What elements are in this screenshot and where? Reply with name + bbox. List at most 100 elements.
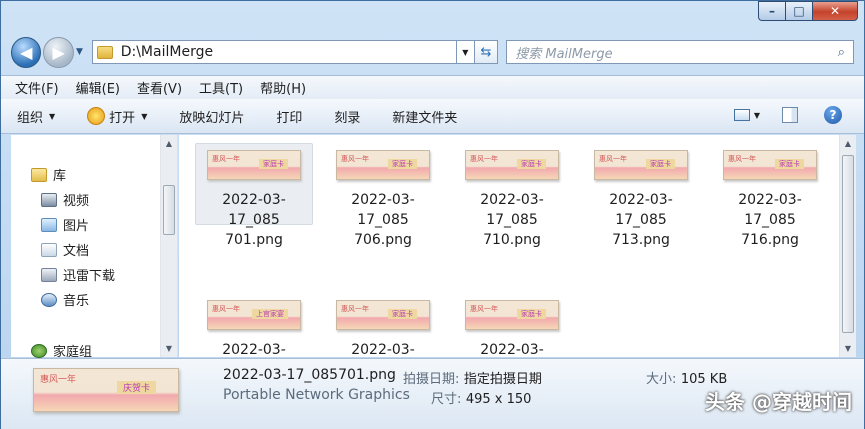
nav-label: 图片 xyxy=(63,219,90,234)
video-icon xyxy=(41,192,57,207)
detail-date: 拍摄日期: 指定拍摄日期 xyxy=(403,368,542,387)
music-icon xyxy=(41,292,57,307)
folder-icon xyxy=(96,45,113,59)
back-button[interactable]: ◀ xyxy=(11,36,42,68)
caption-buttons: – □ ✕ xyxy=(758,1,858,21)
file-list: 惠风一年 家庭卡 2022-03-17_085 701.png 惠风一年 家庭卡 2022-… xyxy=(179,135,839,357)
nav-item-pictures[interactable]: 图片 xyxy=(41,215,89,234)
file-name-line1: 2022-03-17_085 xyxy=(480,342,544,357)
history-dropdown[interactable]: ▼ xyxy=(76,47,88,57)
file-name-line2: 710.png xyxy=(483,232,541,248)
file-thumbnail: 惠风一年家庭卡 xyxy=(594,150,688,180)
help-icon[interactable]: ? xyxy=(824,106,842,124)
minimize-button[interactable]: – xyxy=(758,1,785,21)
address-bar[interactable]: D:\MailMerge xyxy=(91,40,457,64)
thumb-label: 庆贺卡 xyxy=(116,381,156,394)
change-view-icon[interactable] xyxy=(733,109,750,121)
new-folder-button[interactable]: 新建文件夹 xyxy=(392,107,457,126)
file-thumbnail: 惠风一年 家庭卡 xyxy=(336,150,430,180)
nav-item-documents[interactable]: 文档 xyxy=(41,240,89,259)
close-button[interactable]: ✕ xyxy=(812,1,858,21)
toolbar-right: ▼ ? xyxy=(733,106,842,124)
menu-view[interactable]: 查看(V) xyxy=(137,78,182,97)
file-item[interactable]: 惠风一年 家庭卡 2022-03-17_085 716.png xyxy=(711,143,829,248)
open-with-icon xyxy=(87,107,106,125)
file-item[interactable]: 惠风一年 家庭卡 2022-03-17_085 706.png xyxy=(324,143,442,248)
thumb-caption: 惠风一年 xyxy=(470,155,498,163)
file-name: 2022-03-17_085 716.png xyxy=(714,190,826,250)
nav-item-music[interactable]: 音乐 xyxy=(41,290,89,309)
file-item[interactable]: 惠风一年上官家宴 2022-03-17_085 xyxy=(195,293,313,357)
documents-icon xyxy=(41,242,57,257)
file-name-line2: 701.png xyxy=(225,232,283,248)
file-thumbnail: 惠风一年 家庭卡 xyxy=(723,150,817,180)
file-scroll-thumb[interactable] xyxy=(842,155,854,333)
scroll-up-icon[interactable]: ▲ xyxy=(161,139,177,148)
search-icon: ⌕ xyxy=(837,44,846,60)
nav-label: 视频 xyxy=(63,194,90,209)
nav-item-library[interactable]: 库 xyxy=(31,165,66,184)
chevron-down-icon: ▼ xyxy=(49,111,56,121)
file-name-line1: 2022-03-17_085 xyxy=(480,192,544,228)
file-item[interactable]: 惠风一年 家庭卡 2022-03-17_085 701.png xyxy=(195,143,313,248)
file-name-line1: 2022-03-17_085 xyxy=(222,342,286,357)
file-name-line1: 2022-03-17_085 xyxy=(609,192,673,228)
nav-scroll-thumb[interactable] xyxy=(163,185,175,235)
file-item[interactable]: 惠风一年 家庭卡 2022-03-17_085 713.png xyxy=(582,143,700,248)
file-item[interactable]: 惠风一年家庭卡 2022-03-17_085 xyxy=(324,293,442,357)
scroll-down-icon[interactable]: ▼ xyxy=(161,344,177,353)
refresh-button[interactable]: ⇆ xyxy=(474,40,499,64)
organize-label: 组织 xyxy=(17,110,44,126)
thumb-label: 家庭卡 xyxy=(259,159,288,169)
menu-file[interactable]: 文件(F) xyxy=(15,78,59,97)
thumb-caption: 惠风一年 xyxy=(212,305,240,313)
burn-button[interactable]: 刻录 xyxy=(334,107,360,126)
print-button[interactable]: 打印 xyxy=(276,107,302,126)
file-name: 2022-03-17_085 xyxy=(327,340,439,357)
detail-size: 大小: 105 KB xyxy=(646,368,727,387)
nav-item-thunder[interactable]: 迅雷下载 xyxy=(41,265,115,284)
thumb-caption: 惠风一年 xyxy=(599,155,627,163)
address-dropdown-button[interactable]: ▼ xyxy=(456,40,475,64)
file-item-box: 惠风一年 家庭卡 2022-03-17_085 710.png xyxy=(453,143,571,248)
nav-label: 文档 xyxy=(63,244,90,259)
menu-edit[interactable]: 编辑(E) xyxy=(76,78,120,97)
date-value: 指定拍摄日期 xyxy=(463,372,542,387)
watermark: 头条 @穿越时间 xyxy=(705,390,852,414)
organize-button[interactable]: 组织 ▼ xyxy=(17,107,55,126)
file-name-line1: 2022-03-17_085 xyxy=(351,342,415,357)
thumb-label: 家庭卡 xyxy=(646,159,675,169)
file-item-box: 惠风一年 家庭卡 2022-03-17_085 716.png xyxy=(711,143,829,248)
file-item-box: 惠风一年上官家宴 2022-03-17_085 xyxy=(195,293,313,357)
file-name: 2022-03-17_085 701.png xyxy=(198,190,310,250)
command-bar: 组织 ▼ 打开 ▼ 放映幻灯片 打印 刻录 新建文件夹 ▼ ? xyxy=(1,99,864,134)
file-item-box: 惠风一年 家庭卡 2022-03-17_085 701.png xyxy=(195,143,313,248)
file-item-box: 惠风一年家庭卡 2022-03-17_085 xyxy=(324,293,442,357)
slideshow-button[interactable]: 放映幻灯片 xyxy=(179,107,244,126)
nav-scrollbar[interactable]: ▲ ▼ xyxy=(160,135,177,357)
menu-help[interactable]: 帮助(H) xyxy=(260,78,306,97)
scroll-up-icon[interactable]: ▲ xyxy=(840,139,856,148)
maximize-button[interactable]: □ xyxy=(785,1,812,21)
open-button[interactable]: 打开 ▼ xyxy=(87,107,147,126)
file-name-line1: 2022-03-17_085 xyxy=(351,192,415,228)
preview-pane-icon[interactable] xyxy=(782,107,798,123)
scroll-down-icon[interactable]: ▼ xyxy=(840,344,856,353)
address-path: D:\MailMerge xyxy=(120,44,214,60)
file-name: 2022-03-17_085 710.png xyxy=(456,190,568,250)
refresh-icon: ⇆ xyxy=(480,44,492,60)
file-scrollbar[interactable]: ▲ ▼ xyxy=(839,135,856,357)
file-thumbnail: 惠风一年 家庭卡 xyxy=(465,300,559,330)
forward-button[interactable]: ▶ xyxy=(43,36,74,68)
chevron-down-icon[interactable]: ▼ xyxy=(754,111,760,120)
thumb-label: 家庭卡 xyxy=(388,309,417,319)
nav-label: 迅雷下载 xyxy=(63,269,116,284)
nav-item-video[interactable]: 视频 xyxy=(41,190,89,209)
thumb-caption: 惠风一年 xyxy=(728,155,756,163)
file-item[interactable]: 惠风一年 家庭卡 2022-03-17_085 710.png xyxy=(453,143,571,248)
menu-tools[interactable]: 工具(T) xyxy=(199,78,243,97)
explorer-window: – □ ✕ ◀ ▶ ▼ D:\MailMerge ▼ ⇆ 搜索 MailMerg… xyxy=(0,0,865,429)
file-item[interactable]: 惠风一年家庭卡 2022-03-17_085 xyxy=(453,293,571,357)
file-name-line1: 2022-03-17_085 xyxy=(738,192,802,228)
search-input[interactable]: 搜索 MailMerge ⌕ xyxy=(506,40,855,64)
